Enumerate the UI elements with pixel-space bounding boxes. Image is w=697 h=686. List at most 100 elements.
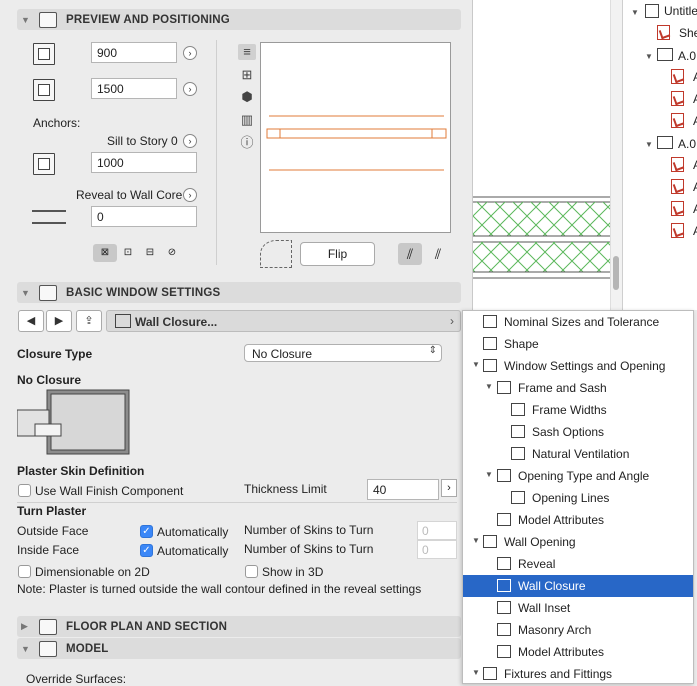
thickness-menu-button[interactable]: › — [441, 479, 457, 497]
page-select[interactable]: Wall Closure... › — [106, 310, 461, 332]
menu-item-model-attributes-2[interactable]: Model Attributes — [463, 641, 693, 663]
menu-item-label: Reveal — [518, 557, 556, 571]
tree-label: A — [693, 224, 697, 238]
anchor-option-1-button[interactable]: ⊠ — [93, 244, 117, 262]
frame-widths-icon — [511, 403, 525, 416]
reveal-input[interactable] — [91, 206, 197, 227]
inside-face-checkbox[interactable]: ✓ — [140, 544, 153, 557]
sill-menu-button[interactable]: › — [183, 134, 197, 148]
height-input[interactable] — [91, 78, 177, 99]
expand-triangle-icon: ▶ — [21, 621, 28, 631]
sill-label: Sill to Story 0 — [107, 134, 178, 148]
menu-item-model-attributes[interactable]: Model Attributes — [463, 509, 693, 531]
menu-item-label: Model Attributes — [518, 645, 605, 659]
tree-row-root[interactable]: ▼ Untitle — [631, 4, 697, 24]
inside-face-label: Inside Face — [17, 543, 80, 557]
height-menu-button[interactable]: › — [183, 82, 197, 96]
section-header-floor-plan[interactable]: ▶ FLOOR PLAN AND SECTION — [17, 616, 461, 637]
anchor-option-2-button[interactable]: ⊡ — [117, 244, 139, 262]
folder-icon — [657, 136, 673, 149]
tree-row-group-1[interactable]: ▼ A.0 — [645, 48, 696, 68]
section-title: BASIC WINDOW SETTINGS — [66, 286, 221, 299]
masonry-arch-icon — [497, 623, 511, 636]
mirror-left-icon[interactable]: ⫽ — [398, 243, 422, 265]
closure-caption: No Closure — [17, 373, 82, 387]
width-input[interactable] — [91, 42, 177, 63]
preview-window — [260, 42, 451, 233]
select-arrows-icon: ⇕ — [428, 345, 437, 356]
menu-item-label: Fixtures and Fittings — [504, 667, 613, 681]
menu-item-fixtures[interactable]: ▼ Fixtures and Fittings — [463, 663, 693, 685]
elevation-view-icon[interactable]: ▥ — [238, 112, 256, 128]
mirror-right-icon[interactable]: ⫽ — [426, 243, 450, 265]
collapse-triangle-icon: ▼ — [472, 360, 480, 369]
menu-item-masonry-arch[interactable]: Masonry Arch — [463, 619, 693, 641]
width-icon — [33, 43, 55, 65]
show-3d-checkbox[interactable] — [245, 565, 258, 578]
canvas-scrollbar[interactable] — [610, 0, 622, 310]
section-header-basic[interactable]: ▼ BASIC WINDOW SETTINGS — [17, 282, 461, 303]
menu-item-nominal-sizes[interactable]: Nominal Sizes and Tolerance — [463, 311, 693, 333]
menu-item-window-settings[interactable]: ▼ Window Settings and Opening — [463, 355, 693, 377]
pdf-icon — [657, 25, 670, 40]
use-wall-finish-checkbox[interactable] — [18, 484, 31, 497]
anchors-label: Anchors: — [33, 116, 81, 130]
section-header-model[interactable]: ▼ MODEL — [17, 638, 461, 659]
menu-item-wall-opening[interactable]: ▼ Wall Opening — [463, 531, 693, 553]
divider — [17, 502, 457, 503]
pdf-icon — [671, 179, 684, 194]
scrollbar-thumb[interactable] — [613, 256, 619, 290]
3d-view-icon[interactable]: ⬢ — [238, 89, 256, 105]
reveal-menu-button[interactable]: › — [183, 188, 197, 202]
page-list-button[interactable]: ⇪ — [76, 310, 102, 332]
wall-opening-icon — [483, 535, 497, 548]
menu-item-opening-lines[interactable]: Opening Lines — [463, 487, 693, 509]
wall-closure-icon — [115, 314, 131, 328]
outside-face-checkbox[interactable]: ✓ — [140, 525, 153, 538]
inside-automatically-label: Automatically — [157, 544, 229, 558]
anchor-option-3-button[interactable]: ⊟ — [139, 244, 161, 262]
menu-item-frame-and-sash[interactable]: ▼ Frame and Sash — [463, 377, 693, 399]
plan-view-icon[interactable]: ≡ — [238, 44, 256, 60]
menu-item-reveal[interactable]: Reveal — [463, 553, 693, 575]
section-header-preview[interactable]: ▼ PREVIEW AND POSITIONING — [17, 9, 461, 30]
sill-input[interactable] — [91, 152, 197, 173]
menu-item-label: Frame and Sash — [518, 381, 607, 395]
info-icon[interactable]: ⓘ — [238, 135, 256, 151]
dimensionable-checkbox[interactable] — [18, 565, 31, 578]
tree-label: A — [693, 70, 697, 84]
width-menu-button[interactable]: › — [183, 46, 197, 60]
menu-item-label: Frame Widths — [532, 403, 607, 417]
opening-side-icon[interactable] — [260, 240, 292, 268]
menu-item-wall-closure[interactable]: Wall Closure — [463, 575, 693, 597]
closure-type-select[interactable]: No Closure ⇕ — [244, 344, 442, 362]
flip-button[interactable]: Flip — [300, 242, 375, 266]
drawing-canvas[interactable] — [473, 0, 610, 310]
previous-page-button[interactable]: ◀ — [18, 310, 44, 332]
closure-type-label: Closure Type — [17, 347, 93, 361]
menu-item-shape[interactable]: Shape — [463, 333, 693, 355]
pdf-icon — [671, 223, 684, 238]
menu-item-frame-widths[interactable]: Frame Widths — [463, 399, 693, 421]
outside-skins-input[interactable] — [417, 521, 457, 540]
show-3d-label: Show in 3D — [262, 565, 324, 579]
thickness-limit-input[interactable] — [367, 479, 439, 500]
use-wall-finish-label: Use Wall Finish Component — [35, 484, 184, 498]
inside-skins-input[interactable] — [417, 540, 457, 559]
menu-item-label: Natural Ventilation — [532, 447, 630, 461]
menu-item-opening-type[interactable]: ▼ Opening Type and Angle — [463, 465, 693, 487]
grid-view-icon[interactable]: ⊞ — [238, 67, 256, 83]
next-page-button[interactable]: ▶ — [46, 310, 72, 332]
height-icon — [33, 79, 55, 101]
tree-label: A — [693, 158, 697, 172]
menu-item-label: Opening Type and Angle — [518, 469, 650, 483]
menu-item-sash-options[interactable]: Sash Options — [463, 421, 693, 443]
tree-label: A — [693, 202, 697, 216]
tree-row-group-2[interactable]: ▼ A.0 — [645, 136, 696, 156]
menu-item-natural-ventilation[interactable]: Natural Ventilation — [463, 443, 693, 465]
dimensionable-label: Dimensionable on 2D — [35, 565, 150, 579]
preview-section-icon — [39, 11, 57, 28]
menu-item-wall-inset[interactable]: Wall Inset — [463, 597, 693, 619]
anchor-option-4-button[interactable]: ⊘ — [161, 244, 183, 262]
collapse-triangle-icon: ▼ — [21, 14, 30, 25]
